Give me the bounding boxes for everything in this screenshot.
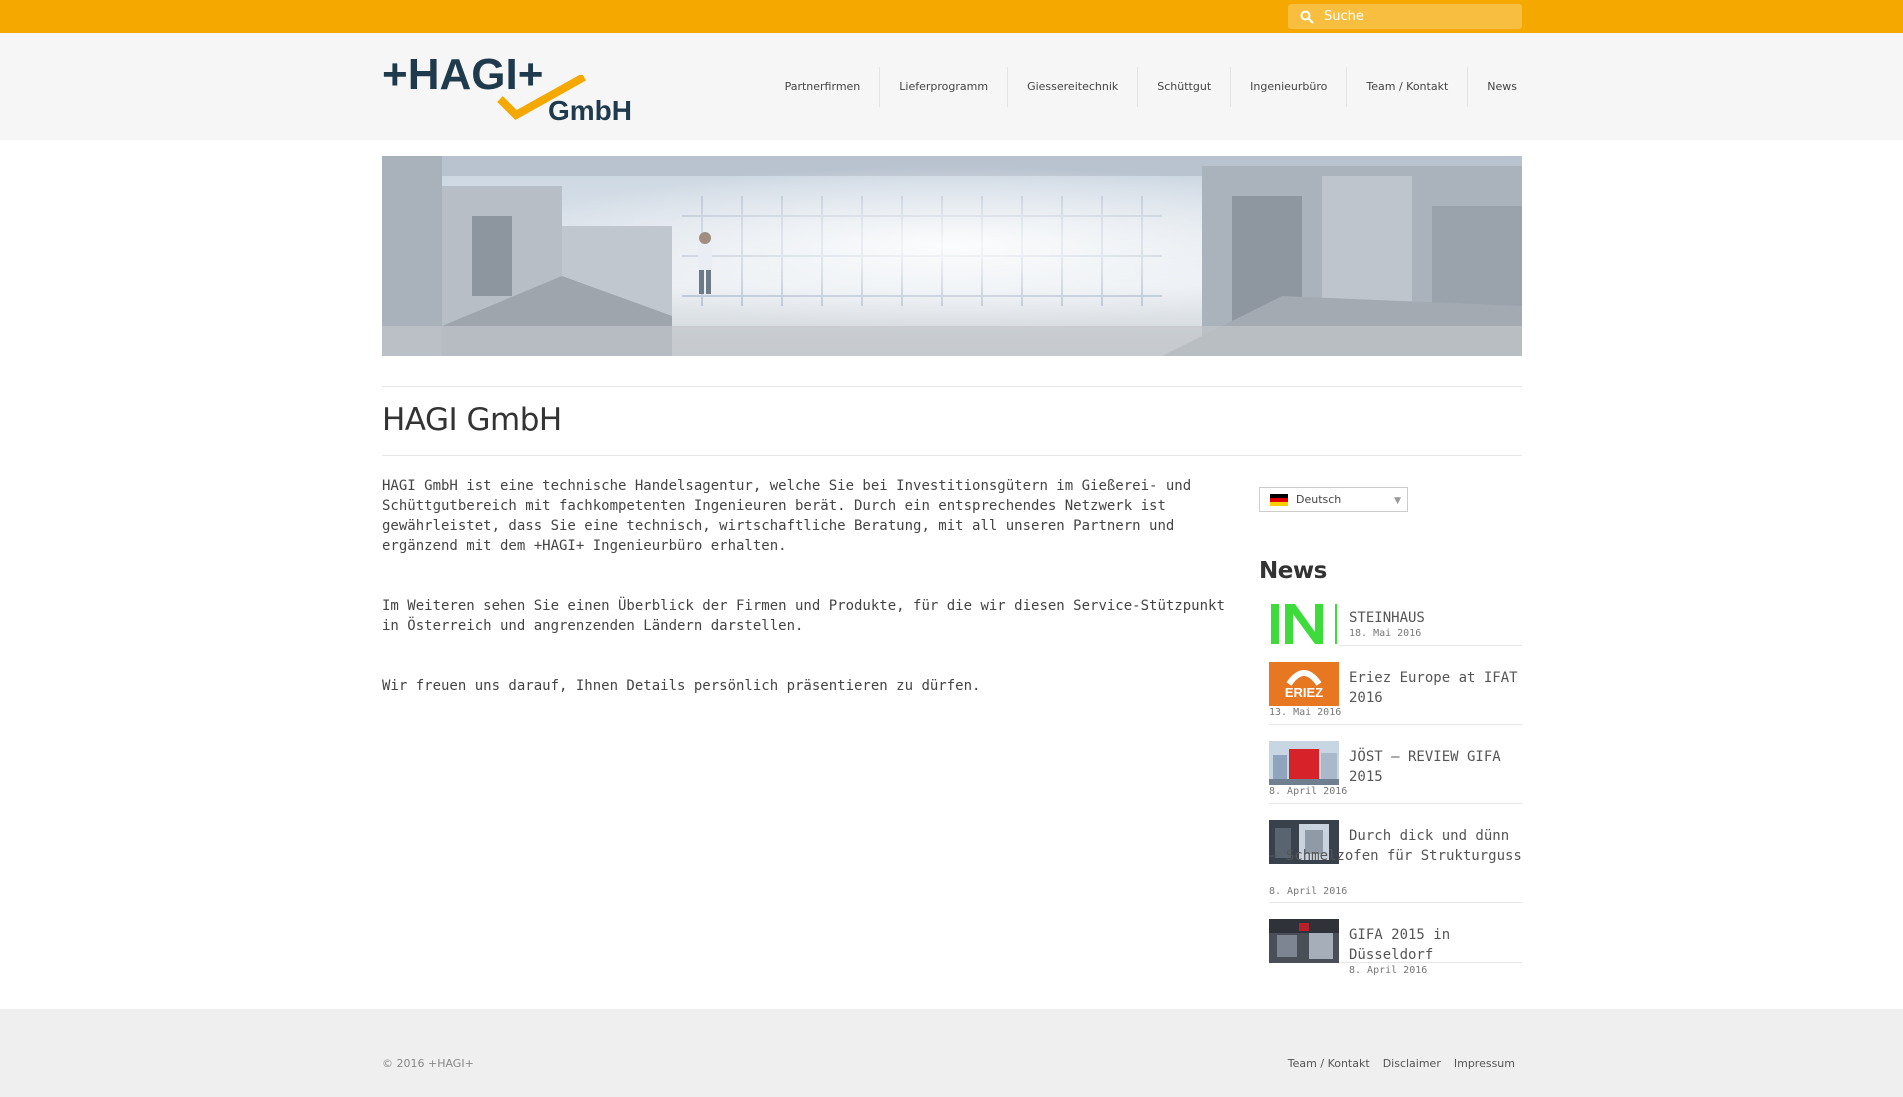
news-title[interactable]: STEINHAUS bbox=[1349, 608, 1425, 628]
news-date: 8. April 2016 bbox=[1269, 886, 1348, 897]
search-box[interactable] bbox=[1288, 4, 1522, 29]
news-thumbnail[interactable] bbox=[1269, 741, 1339, 785]
copyright-text: © 2016 +HAGI+ bbox=[382, 1057, 474, 1070]
site-footer bbox=[0, 1009, 1903, 1097]
nav-partnerfirmen[interactable]: Partnerfirmen bbox=[766, 67, 880, 107]
nav-giessereitechnik[interactable]: Giessereitechnik bbox=[1007, 66, 1137, 107]
search-icon bbox=[1300, 10, 1314, 24]
closing-paragraph: Wir freuen uns darauf, Ihnen Details per… bbox=[382, 678, 981, 694]
top-bar bbox=[0, 0, 1903, 33]
footer-link-disclaimer[interactable]: Disclaimer bbox=[1383, 1057, 1441, 1070]
news-item[interactable]: JÖST – REVIEW GIFA 2015 8. April 2016 bbox=[1269, 741, 1522, 804]
intro-paragraph: HAGI GmbH ist eine technische Handelsage… bbox=[382, 478, 1192, 554]
nav-lieferprogramm[interactable]: Lieferprogramm bbox=[879, 66, 1007, 107]
logo[interactable]: +HAGI+ GmbH bbox=[382, 53, 632, 131]
news-thumbnail[interactable]: ERIEZ bbox=[1269, 662, 1339, 706]
news-date: 8. April 2016 bbox=[1269, 786, 1348, 797]
news-title[interactable]: GIFA 2015 in Düsseldorf bbox=[1349, 925, 1522, 965]
nav-news[interactable]: News bbox=[1467, 66, 1522, 107]
footer-links: Team / Kontakt Disclaimer Impressum bbox=[1288, 1057, 1515, 1070]
main-content: HAGI GmbH ist eine technische Handelsage… bbox=[382, 476, 1232, 736]
nav-ingenieurbuero[interactable]: Ingenieurbüro bbox=[1230, 66, 1346, 107]
language-label: Deutsch bbox=[1296, 493, 1342, 506]
news-item[interactable]: STEINHAUS 18. Mai 2016 bbox=[1269, 602, 1522, 646]
news-title[interactable]: JÖST – REVIEW GIFA 2015 bbox=[1349, 747, 1519, 787]
language-selector[interactable]: Deutsch ▼ bbox=[1259, 487, 1408, 512]
hero-image bbox=[382, 156, 1522, 356]
nav-schuettgut[interactable]: Schüttgut bbox=[1137, 66, 1230, 107]
news-date: 13. Mai 2016 bbox=[1269, 707, 1342, 718]
footer-link-team-kontakt[interactable]: Team / Kontakt bbox=[1288, 1057, 1370, 1070]
news-thumbnail[interactable] bbox=[1269, 919, 1339, 963]
divider-bottom bbox=[382, 455, 1522, 456]
news-item[interactable]: ERIEZ Eriez Europe at IFAT 2016 13. Mai … bbox=[1269, 662, 1522, 725]
footer-link-impressum[interactable]: Impressum bbox=[1454, 1057, 1515, 1070]
page-title: HAGI GmbH bbox=[382, 402, 562, 438]
divider-top bbox=[382, 386, 1522, 387]
news-item[interactable]: Durch dick und dünn – Schmelzofen für St… bbox=[1269, 820, 1522, 903]
chevron-down-icon: ▼ bbox=[1394, 496, 1401, 506]
news-heading: News bbox=[1259, 558, 1327, 584]
news-date: 8. April 2016 bbox=[1349, 965, 1428, 976]
news-item[interactable]: GIFA 2015 in Düsseldorf 8. April 2016 bbox=[1269, 919, 1522, 976]
news-title[interactable]: Durch dick und dünn – Schmelzofen für St… bbox=[1269, 826, 1522, 866]
german-flag-icon bbox=[1270, 493, 1288, 506]
search-input[interactable] bbox=[1324, 9, 1504, 24]
overview-paragraph: Im Weiteren sehen Sie einen Überblick de… bbox=[382, 598, 1225, 634]
news-date: 18. Mai 2016 bbox=[1349, 628, 1422, 639]
news-thumbnail[interactable] bbox=[1269, 602, 1339, 646]
nav-team-kontakt[interactable]: Team / Kontakt bbox=[1346, 66, 1467, 107]
main-nav: Partnerfirmen Lieferprogramm Giessereite… bbox=[766, 33, 1522, 140]
news-title[interactable]: Eriez Europe at IFAT 2016 bbox=[1349, 668, 1519, 708]
logo-gmbh: GmbH bbox=[548, 95, 632, 126]
svg-text:ERIEZ: ERIEZ bbox=[1285, 685, 1323, 700]
